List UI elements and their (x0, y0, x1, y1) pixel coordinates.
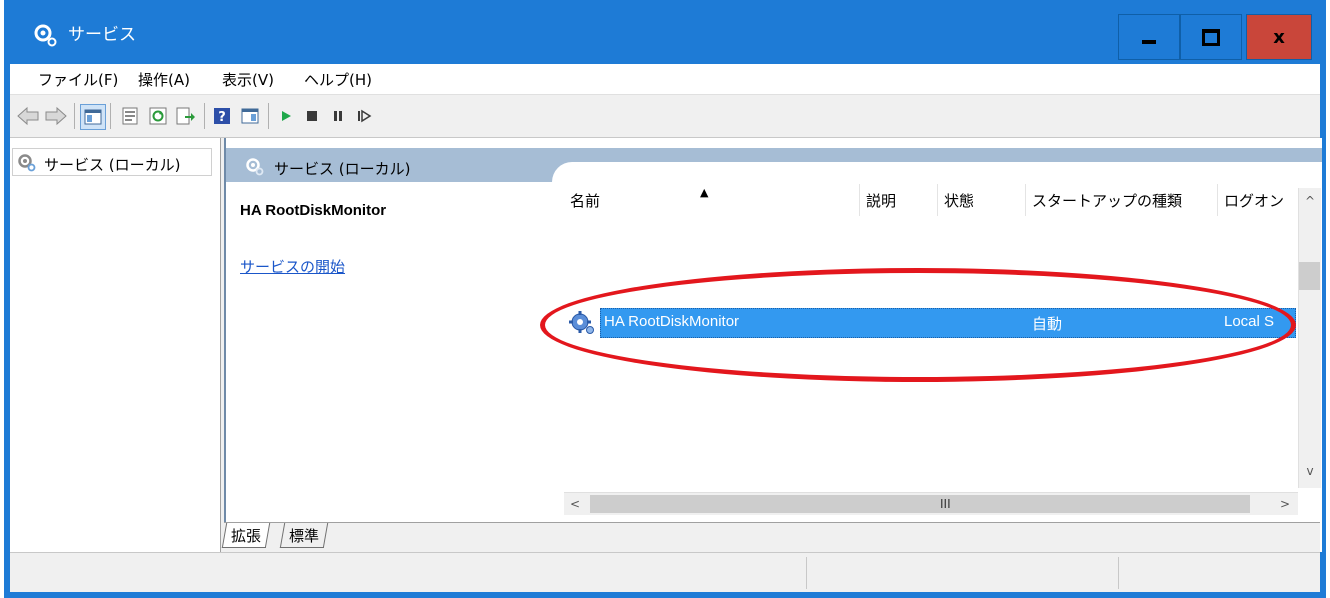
maximize-icon (1202, 28, 1220, 46)
window-title: サービス (68, 25, 136, 45)
menu-view[interactable]: 表示(V) (222, 69, 274, 90)
stop-icon[interactable] (300, 104, 324, 128)
status-divider (806, 557, 807, 589)
menu-action[interactable]: 操作(A) (138, 69, 190, 90)
cell-startup-type: 自動 (1032, 316, 1063, 333)
resume-icon[interactable] (352, 104, 376, 128)
minimize-icon (1142, 40, 1156, 44)
view-tabs: 拡張 標準 (221, 522, 1320, 553)
properties-icon[interactable] (118, 104, 142, 128)
tree-item-label: サービス (ローカル) (44, 155, 181, 174)
toolbar-separator (74, 103, 75, 129)
column-header-label: スタートアップの種類 (1032, 191, 1183, 210)
help-icon[interactable]: ? (210, 104, 234, 128)
column-header-label: ログオン (1224, 191, 1285, 210)
pane-title-label: サービス (ローカル) (274, 159, 411, 178)
toolbar-separator (268, 103, 269, 129)
tab-standard[interactable]: 標準 (279, 523, 329, 548)
column-header-label: 名前 (570, 191, 601, 210)
scroll-down-arrow-icon[interactable]: v (1299, 460, 1321, 482)
start-service-link[interactable]: サービスの開始 (240, 256, 345, 277)
maximize-button[interactable] (1180, 14, 1242, 60)
refresh-icon[interactable] (146, 104, 170, 128)
table-row[interactable]: HA RootDiskMonitor 自動 Local S (568, 308, 1296, 338)
column-header-startup-type[interactable]: スタートアップの種類 (1026, 184, 1218, 216)
scroll-grip-icon: III (940, 497, 951, 511)
gear-icon (16, 152, 36, 176)
play-icon[interactable] (274, 104, 298, 128)
title-bar[interactable]: サービス x (4, 0, 1326, 64)
column-header-label: 状態 (944, 191, 975, 210)
menu-help[interactable]: ヘルプ(H) (304, 69, 372, 90)
export-list-icon[interactable] (174, 104, 198, 128)
details-pane: サービス (ローカル) HA RootDiskMonitor サービスの開始 名… (224, 138, 1322, 552)
sort-ascending-icon: ▲ (700, 186, 709, 199)
scroll-up-arrow-icon[interactable]: ^ (1299, 190, 1321, 212)
gear-icon (244, 156, 264, 180)
close-icon: x (1273, 26, 1285, 48)
tab-label: 拡張 (231, 526, 262, 545)
column-header-description[interactable]: 説明 (860, 184, 938, 216)
status-bar (10, 552, 1320, 591)
pane-title: サービス (ローカル) (244, 156, 410, 180)
scroll-left-arrow-icon[interactable]: < (564, 493, 586, 515)
horizontal-scroll-thumb[interactable]: III (590, 495, 1250, 513)
minimize-button[interactable] (1118, 14, 1180, 60)
services-gear-icon (32, 22, 58, 48)
service-gear-icon (568, 310, 596, 336)
service-detail-title: HA RootDiskMonitor (240, 202, 387, 219)
services-list: 名前 ▲ 説明 状態 スタートアップの種類 ログオン HA RootDiskMo… (564, 184, 1310, 516)
svg-text:?: ? (218, 110, 226, 125)
pane-header-notch (552, 162, 1322, 182)
forward-arrow-icon[interactable] (44, 104, 68, 128)
pause-icon[interactable] (326, 104, 350, 128)
toolbar-separator (204, 103, 205, 129)
menu-bar: ファイル(F) 操作(A) 表示(V) ヘルプ(H) (10, 64, 1320, 95)
console-tree-icon[interactable] (80, 104, 106, 130)
back-arrow-icon[interactable] (16, 104, 40, 128)
column-header-label: 説明 (866, 191, 897, 210)
vertical-scrollbar[interactable]: ^ v (1298, 188, 1321, 488)
close-button[interactable]: x (1246, 14, 1312, 60)
tab-extended[interactable]: 拡張 (221, 523, 271, 548)
vertical-scroll-thumb[interactable] (1299, 262, 1320, 290)
horizontal-scrollbar[interactable]: < III > (564, 492, 1298, 515)
toolbar-separator (110, 103, 111, 129)
column-header-logon[interactable]: ログオン (1218, 184, 1296, 216)
client-area: ファイル(F) 操作(A) 表示(V) ヘルプ(H) ? サービス (ローカル)… (10, 64, 1322, 592)
cell-logon: Local S (1224, 313, 1275, 330)
action-pane-icon[interactable] (238, 104, 262, 128)
services-window: サービス x ファイル(F) 操作(A) 表示(V) ヘルプ(H) ? サービス… (4, 0, 1326, 598)
console-tree: サービス (ローカル) (10, 138, 221, 552)
status-divider (1118, 557, 1119, 589)
toolbar: ? (10, 95, 1320, 138)
tab-label: 標準 (289, 526, 320, 545)
column-header-name[interactable]: 名前 ▲ (564, 184, 860, 216)
scroll-right-arrow-icon[interactable]: > (1274, 493, 1296, 515)
tree-item-services-local[interactable]: サービス (ローカル) (16, 152, 180, 176)
menu-file[interactable]: ファイル(F) (38, 69, 118, 90)
column-header-status[interactable]: 状態 (938, 184, 1026, 216)
cell-name: HA RootDiskMonitor (604, 313, 740, 330)
